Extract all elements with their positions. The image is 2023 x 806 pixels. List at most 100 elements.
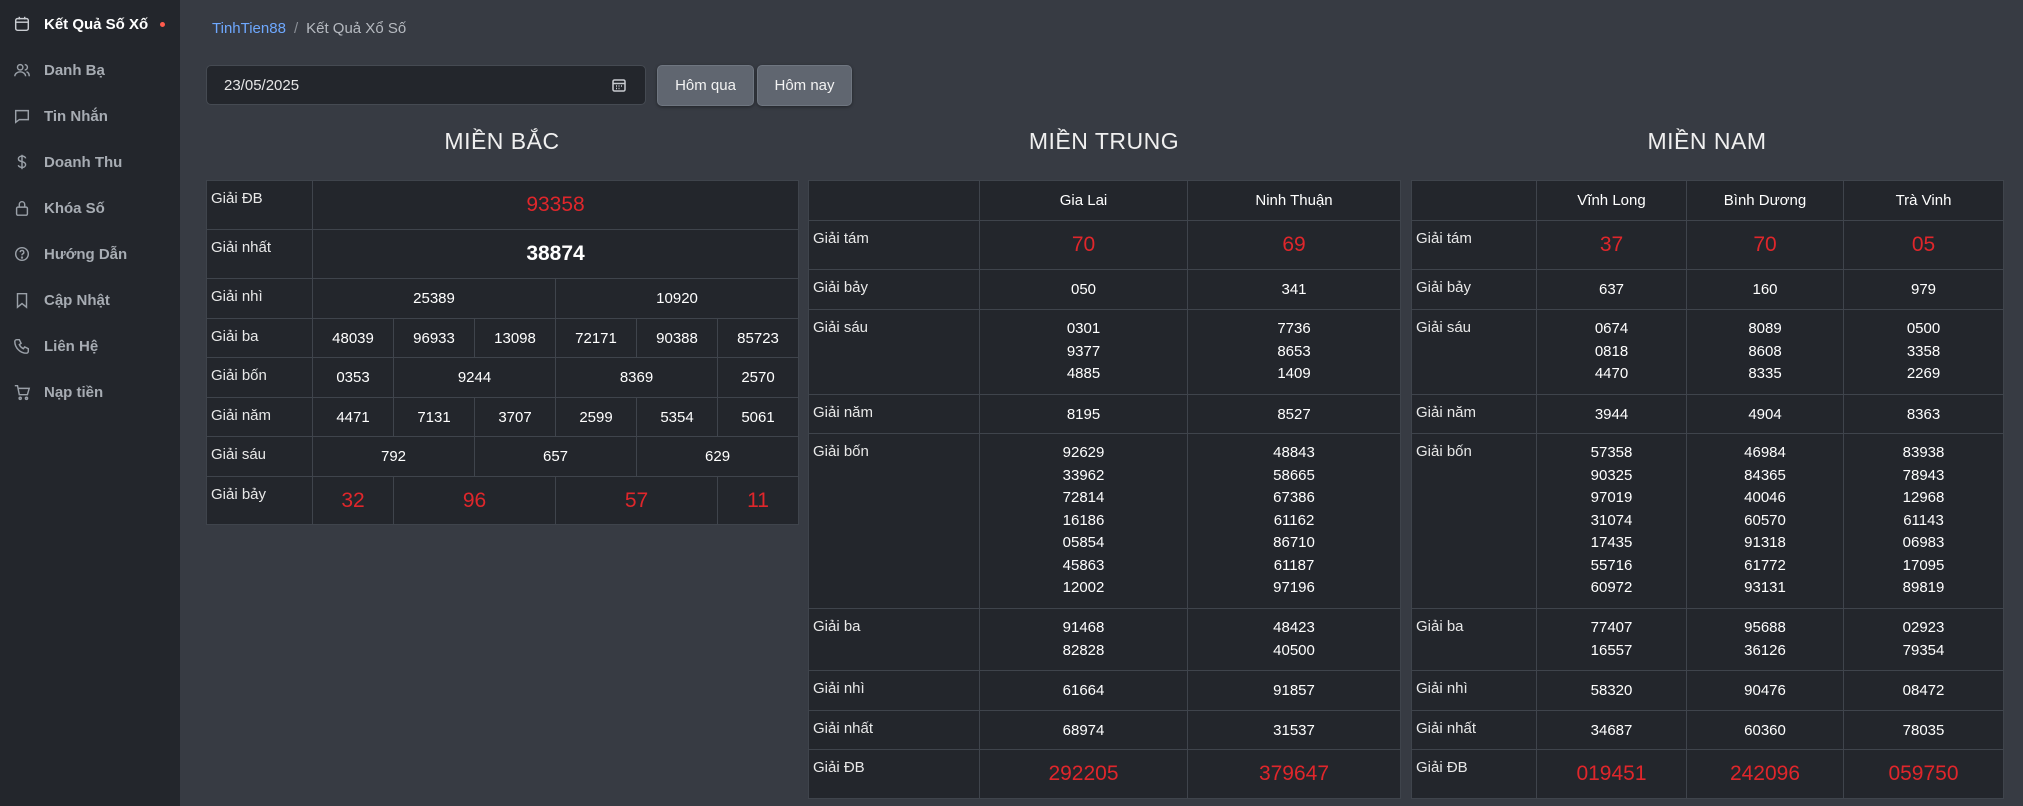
prize-values: 02923 79354: [1843, 608, 2004, 671]
table-row: Giải năm 8195 8527: [808, 394, 1401, 434]
prize-value: 45863: [1062, 556, 1105, 574]
prize-value: 57358: [1590, 444, 1633, 462]
prize-value: 8527: [1187, 394, 1401, 434]
table-row: Giải ba 91468 82828 48423 40500: [808, 608, 1401, 671]
prize-value: 8335: [1748, 365, 1782, 383]
table-row: Giải bảy 637 160 979: [1411, 269, 2004, 310]
table-row: Giải sáu 0674 0818 4470 8089 8608 8335 0…: [1411, 309, 2004, 395]
table-row: Giải ba 77407 16557 95688 36126 02923 79…: [1411, 608, 2004, 671]
lock-icon: [12, 198, 32, 218]
prize-value: 637: [1536, 269, 1687, 310]
prize-value: 31074: [1590, 511, 1633, 529]
prize-value: 58665: [1273, 466, 1315, 484]
prize-value: 8089: [1748, 320, 1782, 338]
prize-value: 90325: [1590, 466, 1633, 484]
header-empty: [808, 180, 980, 221]
prize-value: 8369: [555, 357, 718, 398]
table-row: Giải nhất 34687 60360 78035: [1411, 710, 2004, 750]
table-row: Giải tám 37 70 05: [1411, 220, 2004, 270]
prize-value: 02923: [1902, 619, 1945, 636]
prize-value: 792: [312, 436, 475, 477]
sidebar-item-nap-tien[interactable]: Nạp tiền: [0, 374, 180, 410]
prize-value: 12968: [1902, 489, 1945, 507]
sidebar-item-danh-ba[interactable]: Danh Bạ: [0, 52, 180, 88]
sidebar-item-cap-nhat[interactable]: Cập Nhật: [0, 282, 180, 318]
prize-value: 37: [1536, 220, 1687, 270]
prize-label: Giải sáu: [206, 436, 313, 477]
prize-value: 4470: [1594, 365, 1629, 383]
prize-values: 0301 9377 4885: [979, 309, 1188, 395]
prize-values: 77407 16557: [1536, 608, 1687, 671]
prize-label: Giải bảy: [1411, 269, 1537, 310]
prize-label: Giải bốn: [206, 357, 313, 398]
prize-label: Giải tám: [1411, 220, 1537, 270]
prize-value: 12002: [1062, 579, 1105, 597]
prize-value: 93131: [1744, 579, 1786, 597]
sidebar-item-khoa-so[interactable]: Khóa Số: [0, 190, 180, 226]
prize-value: 96933: [393, 318, 475, 358]
province-header: Bình Dương: [1686, 180, 1844, 221]
sidebar-item-huong-dan[interactable]: Hướng Dẫn: [0, 236, 180, 272]
bookmark-icon: [12, 290, 32, 310]
prize-label: Giải sáu: [1411, 309, 1537, 395]
prize-value: 48423: [1273, 619, 1315, 636]
table-header-row: Vĩnh Long Bình Dương Trà Vinh: [1411, 180, 2004, 221]
prize-label: Giải ĐB: [1411, 749, 1537, 799]
prize-value: 82828: [1062, 641, 1105, 659]
phone-icon: [12, 336, 32, 356]
calendar-picker-icon[interactable]: [611, 77, 627, 93]
prize-value: 93358: [311, 180, 800, 230]
date-input[interactable]: 23/05/2025: [206, 65, 646, 105]
table-row: Giải bảy 32 96 57 11: [206, 476, 800, 525]
prize-values: 0674 0818 4470: [1536, 309, 1687, 395]
prize-value: 60360: [1686, 710, 1844, 750]
sidebar-item-label: Nạp tiền: [44, 383, 104, 401]
mien-bac-title: MIỀN BẮC: [444, 128, 560, 154]
prize-label: Giải nhất: [206, 229, 313, 279]
prize-values: 7736 8653 1409: [1187, 309, 1401, 395]
today-button[interactable]: Hôm nay: [757, 65, 852, 106]
prize-value: 97019: [1590, 489, 1633, 507]
prize-value: 25389: [312, 278, 556, 319]
prize-value: 40046: [1744, 489, 1786, 507]
table-row: Giải bốn 0353 9244 8369 2570: [206, 357, 800, 398]
mien-trung-table: Gia Lai Ninh Thuận Giải tám 70 69 Giải b…: [808, 180, 1401, 799]
prize-values: 95688 36126: [1686, 608, 1844, 671]
prize-value: 379647: [1187, 749, 1401, 799]
prize-value: 90388: [636, 318, 718, 358]
prize-value: 9244: [393, 357, 556, 398]
prize-value: 83938: [1902, 444, 1945, 462]
prize-value: 11: [716, 476, 800, 525]
sidebar-item-label: Liên Hệ: [44, 337, 99, 355]
mien-trung-title: MIỀN TRUNG: [1028, 128, 1180, 154]
prize-value: 90476: [1686, 670, 1844, 711]
prize-value: 72814: [1062, 489, 1105, 507]
breadcrumb-home-link[interactable]: TinhTien88: [212, 20, 286, 37]
prize-value: 77407: [1590, 619, 1633, 636]
prize-value: 8363: [1843, 394, 2004, 434]
prize-label: Giải bốn: [1411, 433, 1537, 609]
prize-value: 0353: [312, 357, 394, 398]
table-row: Giải ĐB 93358: [206, 180, 800, 230]
breadcrumb: TinhTien88 / Kết Quả Xổ Số: [212, 20, 406, 37]
prize-value: 38874: [311, 229, 800, 279]
breadcrumb-current: Kết Quả Xổ Số: [306, 20, 407, 37]
sidebar-item-ket-qua[interactable]: Kết Quả Số Xố: [0, 6, 180, 42]
prize-value: 7736: [1277, 320, 1311, 338]
calendar-icon: [12, 14, 32, 34]
prize-value: 08472: [1843, 670, 2004, 711]
sidebar-item-doanh-thu[interactable]: Doanh Thu: [0, 144, 180, 180]
prize-value: 91468: [1062, 619, 1105, 636]
prize-value: 48039: [312, 318, 394, 358]
prize-value: 33962: [1062, 466, 1105, 484]
prize-value: 17095: [1902, 556, 1945, 574]
sidebar-item-lien-he[interactable]: Liên Hệ: [0, 328, 180, 364]
table-header-row: Gia Lai Ninh Thuận: [808, 180, 1401, 221]
table-row: Giải nhì 25389 10920: [206, 278, 800, 319]
prize-value: 0818: [1594, 342, 1629, 360]
yesterday-button[interactable]: Hôm qua: [657, 65, 754, 106]
prize-value: 4885: [1066, 365, 1101, 383]
prize-value: 629: [635, 436, 800, 477]
sidebar-item-tin-nhan[interactable]: Tin Nhắn: [0, 98, 180, 134]
prize-values: 8089 8608 8335: [1686, 309, 1844, 395]
